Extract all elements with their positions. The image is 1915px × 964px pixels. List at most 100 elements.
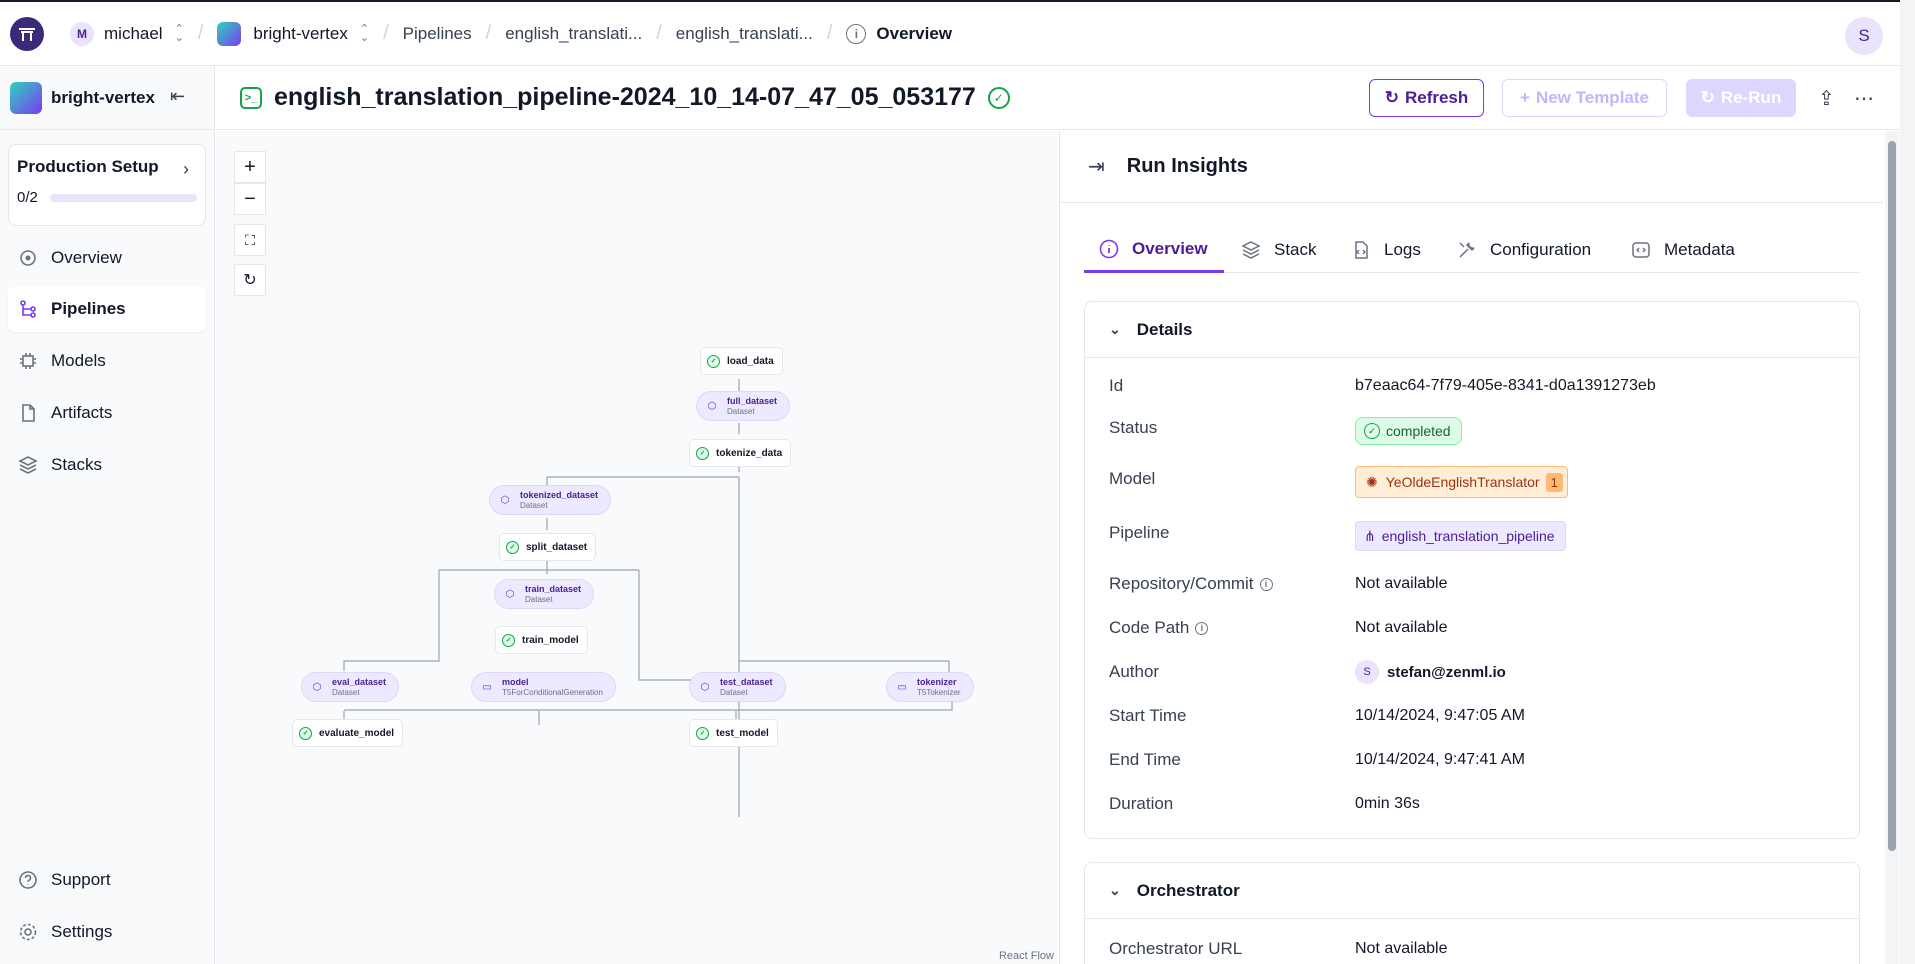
workspace-switcher[interactable]: bright-vertex ⌃ ⌄ — [217, 21, 370, 46]
dag-artifact-tokenized-dataset[interactable]: ⬡ tokenized_dataset Dataset — [489, 485, 612, 515]
success-check-icon: ✓ — [696, 726, 709, 740]
tab-configuration[interactable]: Configuration — [1456, 227, 1591, 273]
duration-value: 0min 36s — [1355, 795, 1420, 812]
artifacts-icon — [16, 401, 40, 425]
step-label: load_data — [727, 355, 774, 367]
info-icon[interactable]: i — [1195, 621, 1209, 635]
info-icon[interactable]: i — [1259, 577, 1273, 591]
dag-artifact-test-dataset[interactable]: ⬡ test_dataset Dataset — [689, 672, 786, 702]
workspace-icon — [10, 81, 42, 114]
breadcrumb-separator: / — [197, 22, 204, 44]
code-label-text: Code Path — [1109, 618, 1190, 637]
breadcrumb-pipeline[interactable]: english_translati... — [505, 24, 642, 44]
scrollbar-thumb[interactable] — [1888, 141, 1896, 851]
new-template-button[interactable]: + New Template — [1502, 79, 1667, 117]
repository-value: Not available — [1355, 575, 1448, 592]
step-label: tokenize_data — [716, 447, 783, 459]
refresh-button[interactable]: ↻ Refresh — [1369, 79, 1484, 117]
panel-scrollbar[interactable] — [1885, 131, 1899, 964]
workspace-icon — [217, 21, 242, 46]
dag-step-train-model[interactable]: ✓ train_model — [495, 626, 588, 654]
model-badge[interactable]: ✺ YeOldeEnglishTranslator 1 — [1355, 466, 1568, 498]
dataset-icon: ⬡ — [500, 494, 510, 506]
tab-logs[interactable]: Logs — [1350, 227, 1421, 273]
rerun-button[interactable]: ↻ Re-Run — [1686, 79, 1796, 117]
breadcrumb-label: english_translati... — [505, 23, 643, 43]
dag-artifact-train-dataset[interactable]: ⬡ train_dataset Dataset — [494, 579, 595, 609]
dag-artifact-tokenizer[interactable]: ▭ tokenizer T5Tokenizer — [886, 672, 974, 702]
react-flow-attribution[interactable]: React Flow — [999, 950, 1054, 962]
artifact-type: Dataset — [520, 500, 548, 510]
sidebar-item-stacks[interactable]: Stacks — [8, 442, 206, 488]
sidebar-workspace-name: bright-vertex — [51, 87, 155, 107]
run-insights-panel: ⇥ Run Insights Overview Stack Logs Confi… — [1059, 131, 1883, 964]
file-icon: ▭ — [482, 681, 492, 693]
pipeline-badge[interactable]: ⋔ english_translation_pipeline — [1355, 521, 1566, 551]
tab-stack[interactable]: Stack — [1240, 227, 1317, 273]
collapse-sidebar-icon[interactable]: ⇤ — [170, 86, 185, 107]
detail-label-repository: Repository/Commit i — [1109, 574, 1273, 594]
user-avatar[interactable]: S — [1845, 17, 1883, 55]
artifact-name: tokenizer — [917, 676, 957, 687]
sidebar-item-pipelines[interactable]: Pipelines — [8, 286, 206, 332]
breadcrumb-pipelines[interactable]: Pipelines — [403, 24, 472, 44]
sidebar-item-models[interactable]: Models — [8, 338, 206, 384]
dag-step-tokenize-data[interactable]: ✓ tokenize_data — [689, 439, 792, 467]
overview-icon — [16, 246, 40, 270]
orchestrator-header[interactable]: ⌄ Orchestrator — [1085, 863, 1859, 919]
dag-step-split-dataset[interactable]: ✓ split_dataset — [499, 533, 597, 561]
dag-canvas[interactable]: + − ⛶ ↻ ✓ load_data ⬡ full_dataset Dataset … — [216, 131, 1058, 964]
sidebar-item-support[interactable]: Support — [8, 857, 206, 903]
dag-step-load-data[interactable]: ✓ load_data — [700, 347, 783, 375]
detail-label-model: Model — [1109, 469, 1156, 488]
chevron-down-icon: ⌄ — [1109, 882, 1121, 898]
production-setup-card[interactable]: Production Setup › 0/2 — [8, 144, 206, 226]
artifact-name: model — [502, 676, 529, 687]
breadcrumb-overview[interactable]: i Overview — [846, 23, 952, 44]
success-check-icon: ✓ — [707, 354, 720, 368]
rerun-icon: ↻ — [1700, 88, 1715, 107]
tab-label: Logs — [1384, 240, 1421, 259]
sidebar-header: bright-vertex ⇤ — [0, 66, 214, 130]
orchestrator-url-value: Not available — [1355, 940, 1448, 957]
dag-artifact-eval-dataset[interactable]: ⬡ eval_dataset Dataset — [301, 672, 400, 702]
tab-label: Overview — [1132, 238, 1208, 258]
dataset-icon: ⬡ — [707, 400, 717, 412]
setup-progress-bar — [49, 193, 197, 202]
zenml-logo[interactable] — [10, 16, 44, 51]
sidebar-item-settings[interactable]: Settings — [8, 909, 206, 955]
details-header[interactable]: ⌄ Details — [1085, 302, 1859, 358]
start-time-value: 10/14/2024, 9:47:05 AM — [1355, 707, 1525, 724]
dag-artifact-model[interactable]: ▭ model T5ForConditionalGeneration — [471, 672, 616, 702]
orchestrator-heading: Orchestrator — [1136, 880, 1240, 900]
dag-step-evaluate-model[interactable]: ✓ evaluate_model — [292, 719, 404, 747]
model-name: YeOldeEnglishTranslator — [1385, 474, 1540, 490]
status-badge: ✓ completed — [1355, 417, 1462, 445]
tab-overview[interactable]: Overview — [1084, 227, 1224, 273]
panel-title: Run Insights — [1126, 155, 1248, 177]
collapse-panel-icon[interactable]: ⇥ — [1088, 154, 1105, 179]
tab-metadata[interactable]: Metadata — [1630, 227, 1735, 273]
detail-label-status: Status — [1109, 418, 1158, 437]
artifact-name: train_dataset — [525, 583, 582, 594]
check-circle-icon: ✓ — [1364, 423, 1380, 439]
rerun-label: Re-Run — [1720, 88, 1782, 107]
sidebar-item-artifacts[interactable]: Artifacts — [8, 390, 206, 436]
user-switcher[interactable]: M michael ⌃ ⌄ — [70, 21, 184, 46]
artifact-type: Dataset — [525, 594, 553, 604]
breadcrumb-run[interactable]: english_translati... — [676, 24, 813, 44]
chevron-updown-icon: ⌃ ⌄ — [174, 22, 184, 44]
dag-step-test-model[interactable]: ✓ test_model — [689, 719, 778, 747]
sidebar-item-overview[interactable]: Overview — [8, 235, 206, 281]
logs-icon — [1350, 239, 1372, 261]
chevron-updown-icon: ⌃ ⌄ — [359, 22, 370, 44]
dag-artifact-full-dataset[interactable]: ⬡ full_dataset Dataset — [696, 391, 791, 421]
details-card: ⌄ Details Id b7eaac64-7f79-405e-8341-d0a1… — [1084, 301, 1860, 839]
status-text: completed — [1386, 423, 1451, 439]
more-options-icon[interactable]: ⋯ — [1854, 86, 1874, 111]
artifact-name: eval_dataset — [332, 676, 387, 687]
tab-label: Metadata — [1664, 240, 1735, 259]
end-time-value: 10/14/2024, 9:47:41 AM — [1355, 751, 1525, 768]
share-icon[interactable]: ⇪ — [1818, 86, 1835, 111]
page-scrollbar[interactable] — [1900, 0, 1915, 964]
